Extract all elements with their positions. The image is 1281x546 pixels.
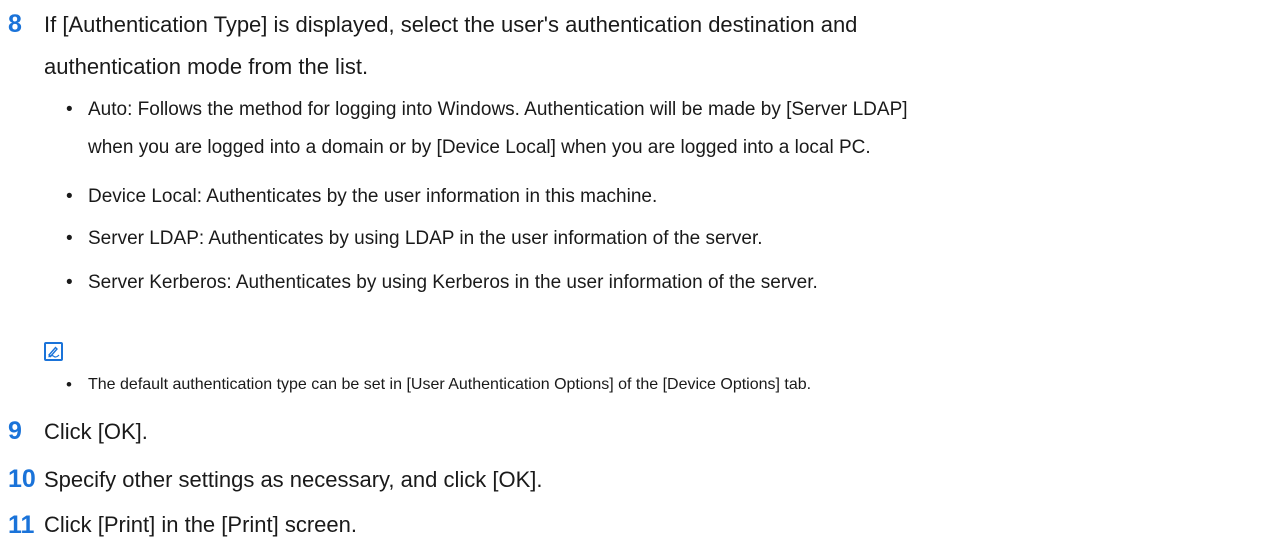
step-9-text: Click [OK]. (44, 419, 148, 444)
step-number: 9 (8, 417, 22, 445)
bullet-dot: • (66, 228, 73, 249)
list-item-text: Server LDAP: Authenticates by using LDAP… (88, 228, 763, 249)
bullet-dot: • (66, 375, 72, 394)
step-number: 8 (8, 10, 22, 38)
step-10-text: Specify other settings as necessary, and… (44, 467, 543, 492)
list-item-text: Auto: Follows the method for logging int… (88, 99, 908, 120)
list-item-text: Server Kerberos: Authenticates by using … (88, 272, 818, 293)
bullet-dot: • (66, 186, 73, 207)
step-8-line-1: If [Authentication Type] is displayed, s… (44, 12, 858, 37)
list-item-text: Device Local: Authenticates by the user … (88, 186, 658, 207)
step-number: 11 (8, 511, 35, 539)
bullet-dot: • (66, 272, 73, 293)
step-11-text: Click [Print] in the [Print] screen. (44, 512, 357, 537)
step-number: 10 (8, 465, 36, 493)
memo-pen-icon (44, 342, 63, 361)
bullet-dot: • (66, 99, 73, 120)
note-text: The default authentication type can be s… (88, 376, 812, 393)
step-8-line-2: authentication mode from the list. (44, 54, 369, 79)
list-item-text: when you are logged into a domain or by … (88, 137, 871, 158)
